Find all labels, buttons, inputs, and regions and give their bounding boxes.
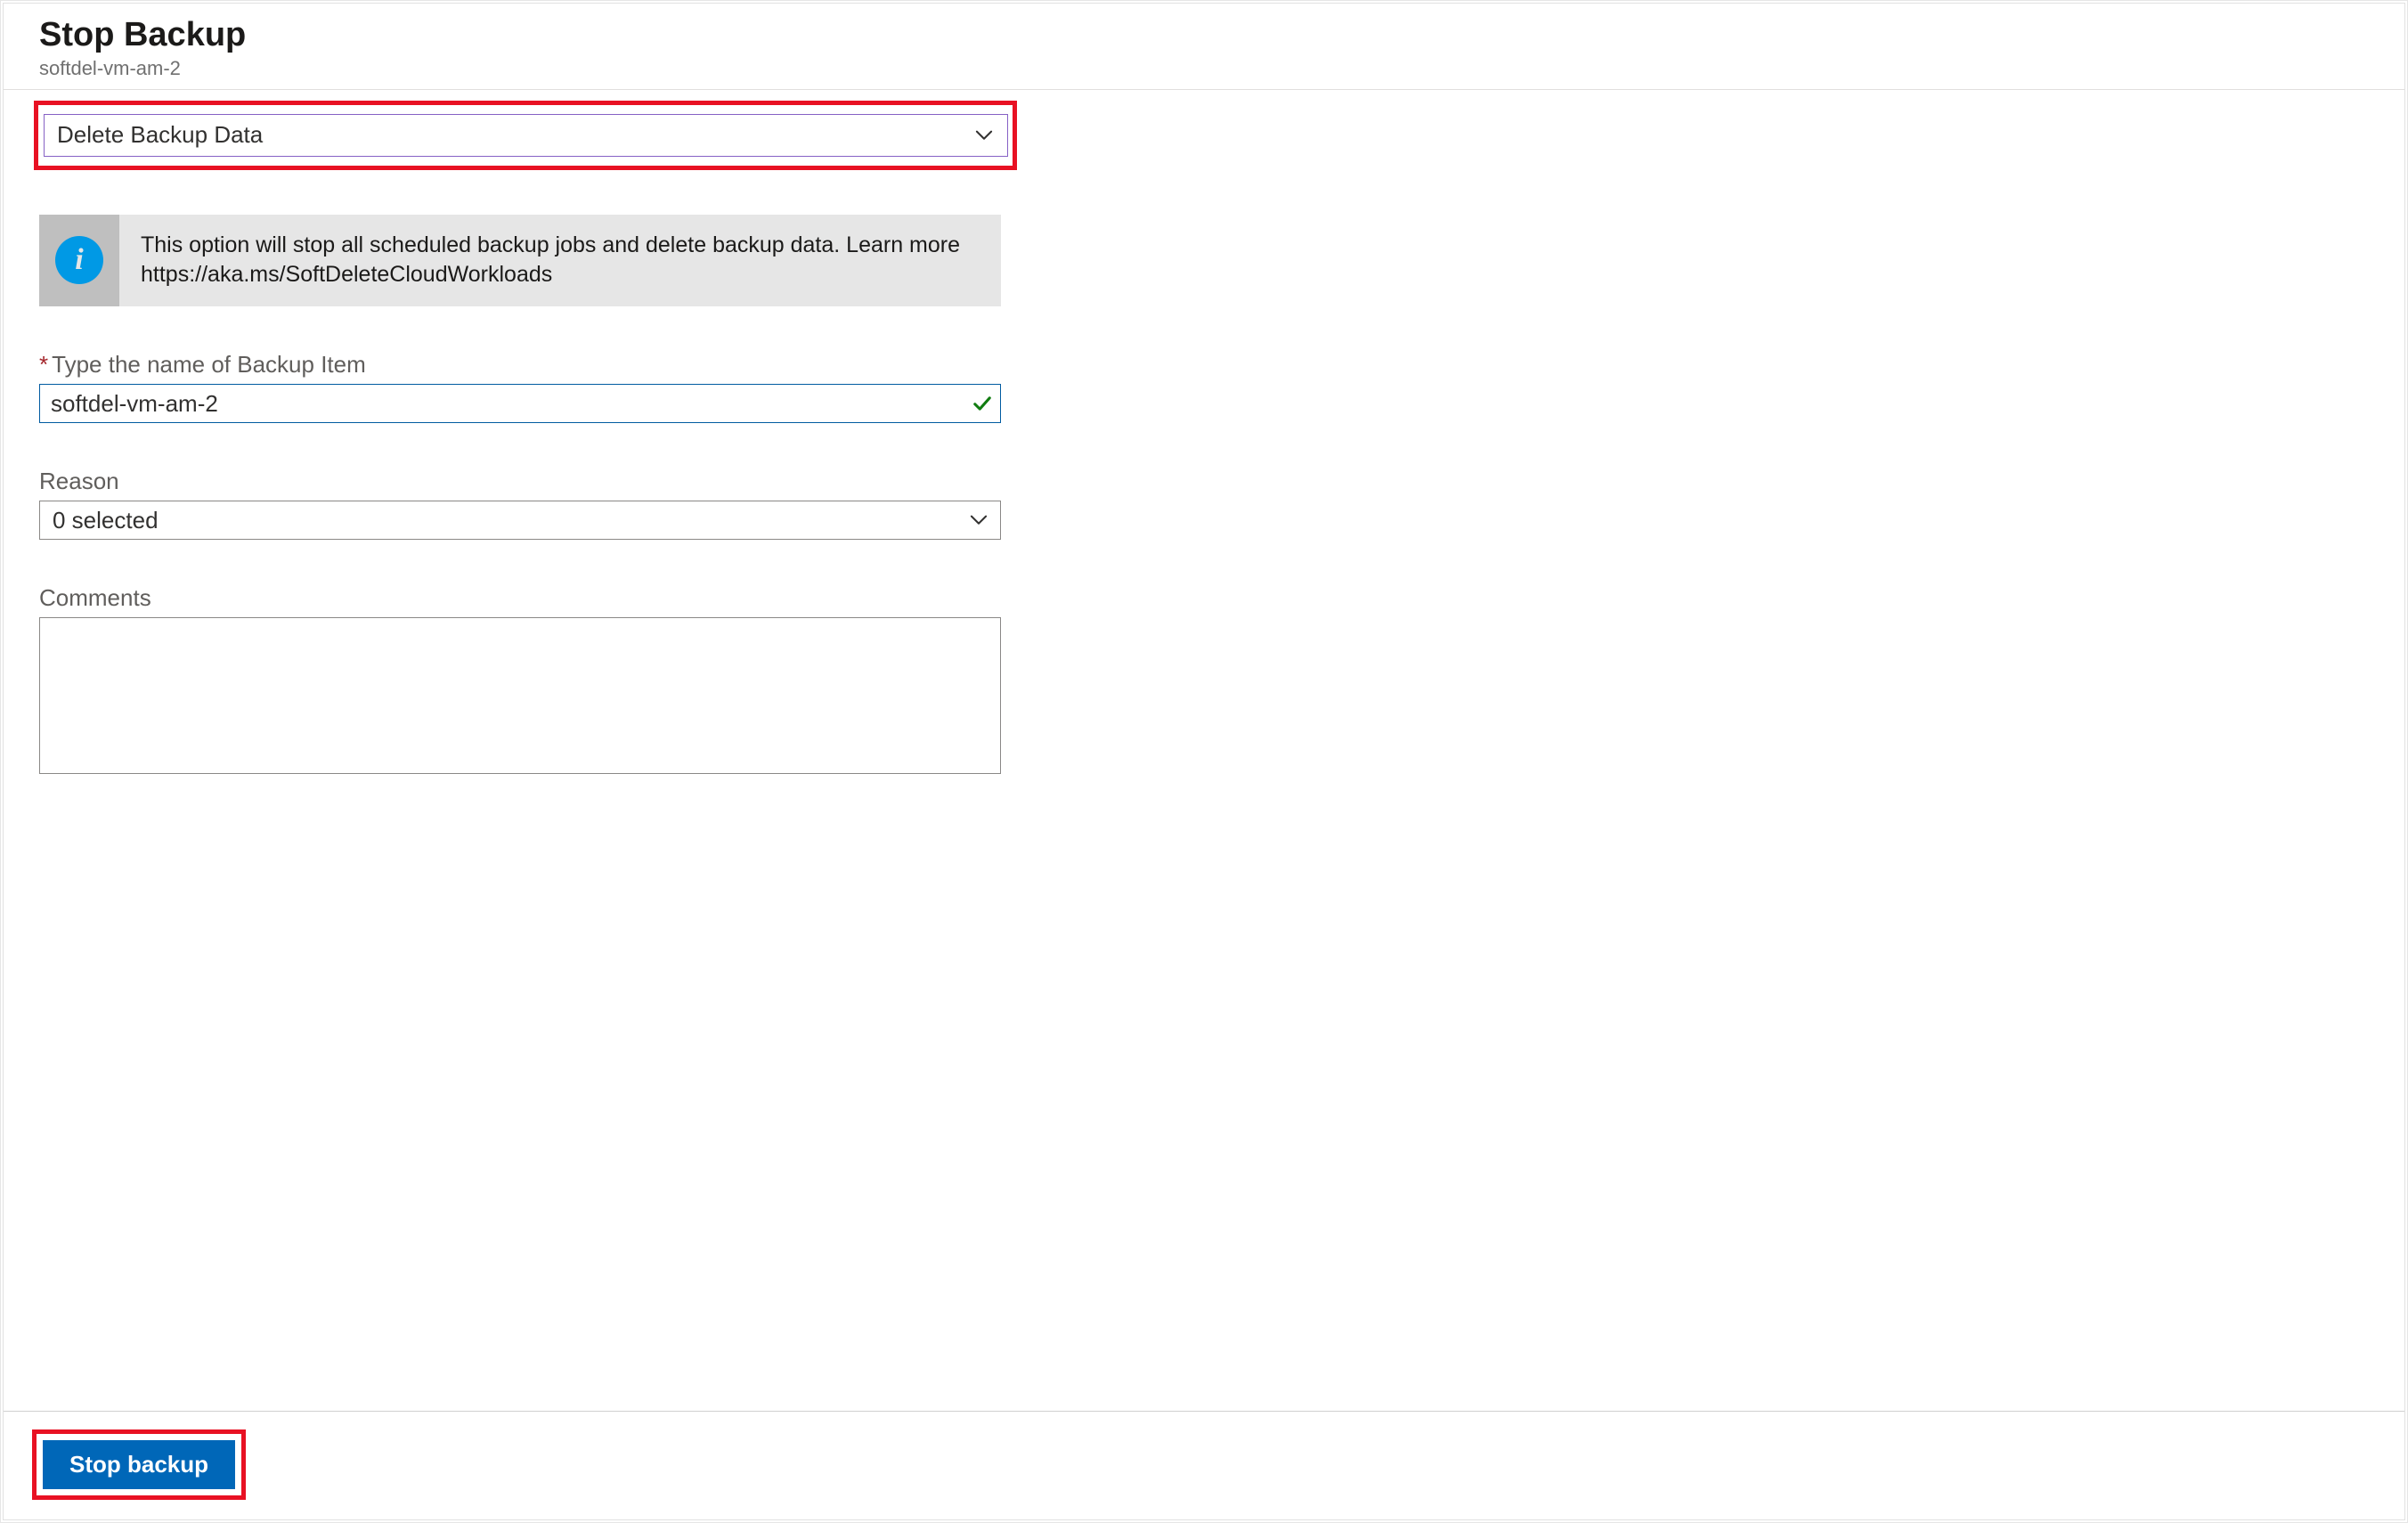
blade-footer: Stop backup [4,1411,2404,1519]
backup-item-name-label: *Type the name of Backup Item [39,351,1001,379]
reason-dropdown-value: 0 selected [53,507,159,534]
info-text-link[interactable]: https://aka.ms/SoftDeleteCloudWorkloads [141,262,552,287]
info-icon-cell: i [39,215,119,307]
chevron-down-icon [975,126,993,144]
backup-item-name-input[interactable] [39,384,1001,423]
backup-action-dropdown-value: Delete Backup Data [57,121,263,149]
blade-content: Delete Backup Data i This option will st… [4,90,2404,1411]
required-asterisk: * [39,351,48,378]
page-subtitle: softdel-vm-am-2 [39,57,2369,80]
info-icon: i [55,236,103,284]
info-banner-text: This option will stop all scheduled back… [119,215,1001,307]
info-text-line-1: This option will stop all scheduled back… [141,232,960,257]
info-banner: i This option will stop all scheduled ba… [39,215,1001,307]
field-backup-item-name: *Type the name of Backup Item [39,351,1001,423]
comments-label: Comments [39,584,1001,612]
blade-header: Stop Backup softdel-vm-am-2 [4,4,2404,90]
annotation-highlight-button: Stop backup [32,1429,246,1500]
annotation-highlight-dropdown: Delete Backup Data [34,101,1017,170]
field-reason: Reason 0 selected [39,468,1001,540]
backup-action-dropdown[interactable]: Delete Backup Data [44,114,1008,157]
valid-check-icon [972,394,992,413]
comments-textarea[interactable] [39,617,1001,774]
page-title: Stop Backup [39,16,2369,55]
chevron-down-icon [970,511,988,529]
stop-backup-button[interactable]: Stop backup [43,1440,235,1489]
reason-label: Reason [39,468,1001,495]
field-comments: Comments [39,584,1001,778]
reason-dropdown[interactable]: 0 selected [39,501,1001,540]
